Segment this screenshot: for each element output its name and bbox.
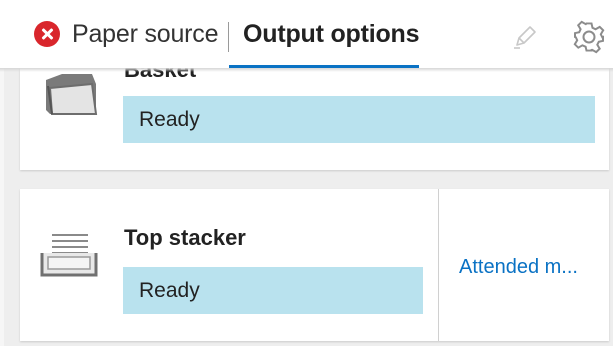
active-tab-indicator [229,65,419,68]
basket-status-badge: Ready [123,96,595,143]
tab-bar-shadow [0,68,613,72]
tab-paper-source-label: Paper source [72,19,219,48]
tab-divider [228,22,229,52]
left-edge [0,68,4,346]
error-icon [34,21,60,47]
tab-bar: Paper source Output options [0,0,613,68]
gear-icon[interactable] [572,20,606,54]
top-stacker-status-badge: Ready [123,267,423,314]
output-options-screen: Basket Ready Top stacker Ready Attended … [0,0,613,346]
basket-status-text: Ready [139,107,200,131]
stacker-icon [40,234,98,277]
tab-output-options[interactable]: Output options [243,0,420,68]
card-divider [438,189,439,341]
top-stacker-card[interactable]: Top stacker Ready Attended m... [20,189,609,341]
basket-icon [46,74,98,115]
attended-mode-link[interactable]: Attended m... [459,256,578,279]
pen-icon[interactable] [511,23,539,51]
top-stacker-status-text: Ready [139,278,200,302]
top-stacker-name: Top stacker [124,225,246,250]
tab-paper-source[interactable]: Paper source [34,0,218,68]
tab-output-options-label: Output options [243,19,420,48]
